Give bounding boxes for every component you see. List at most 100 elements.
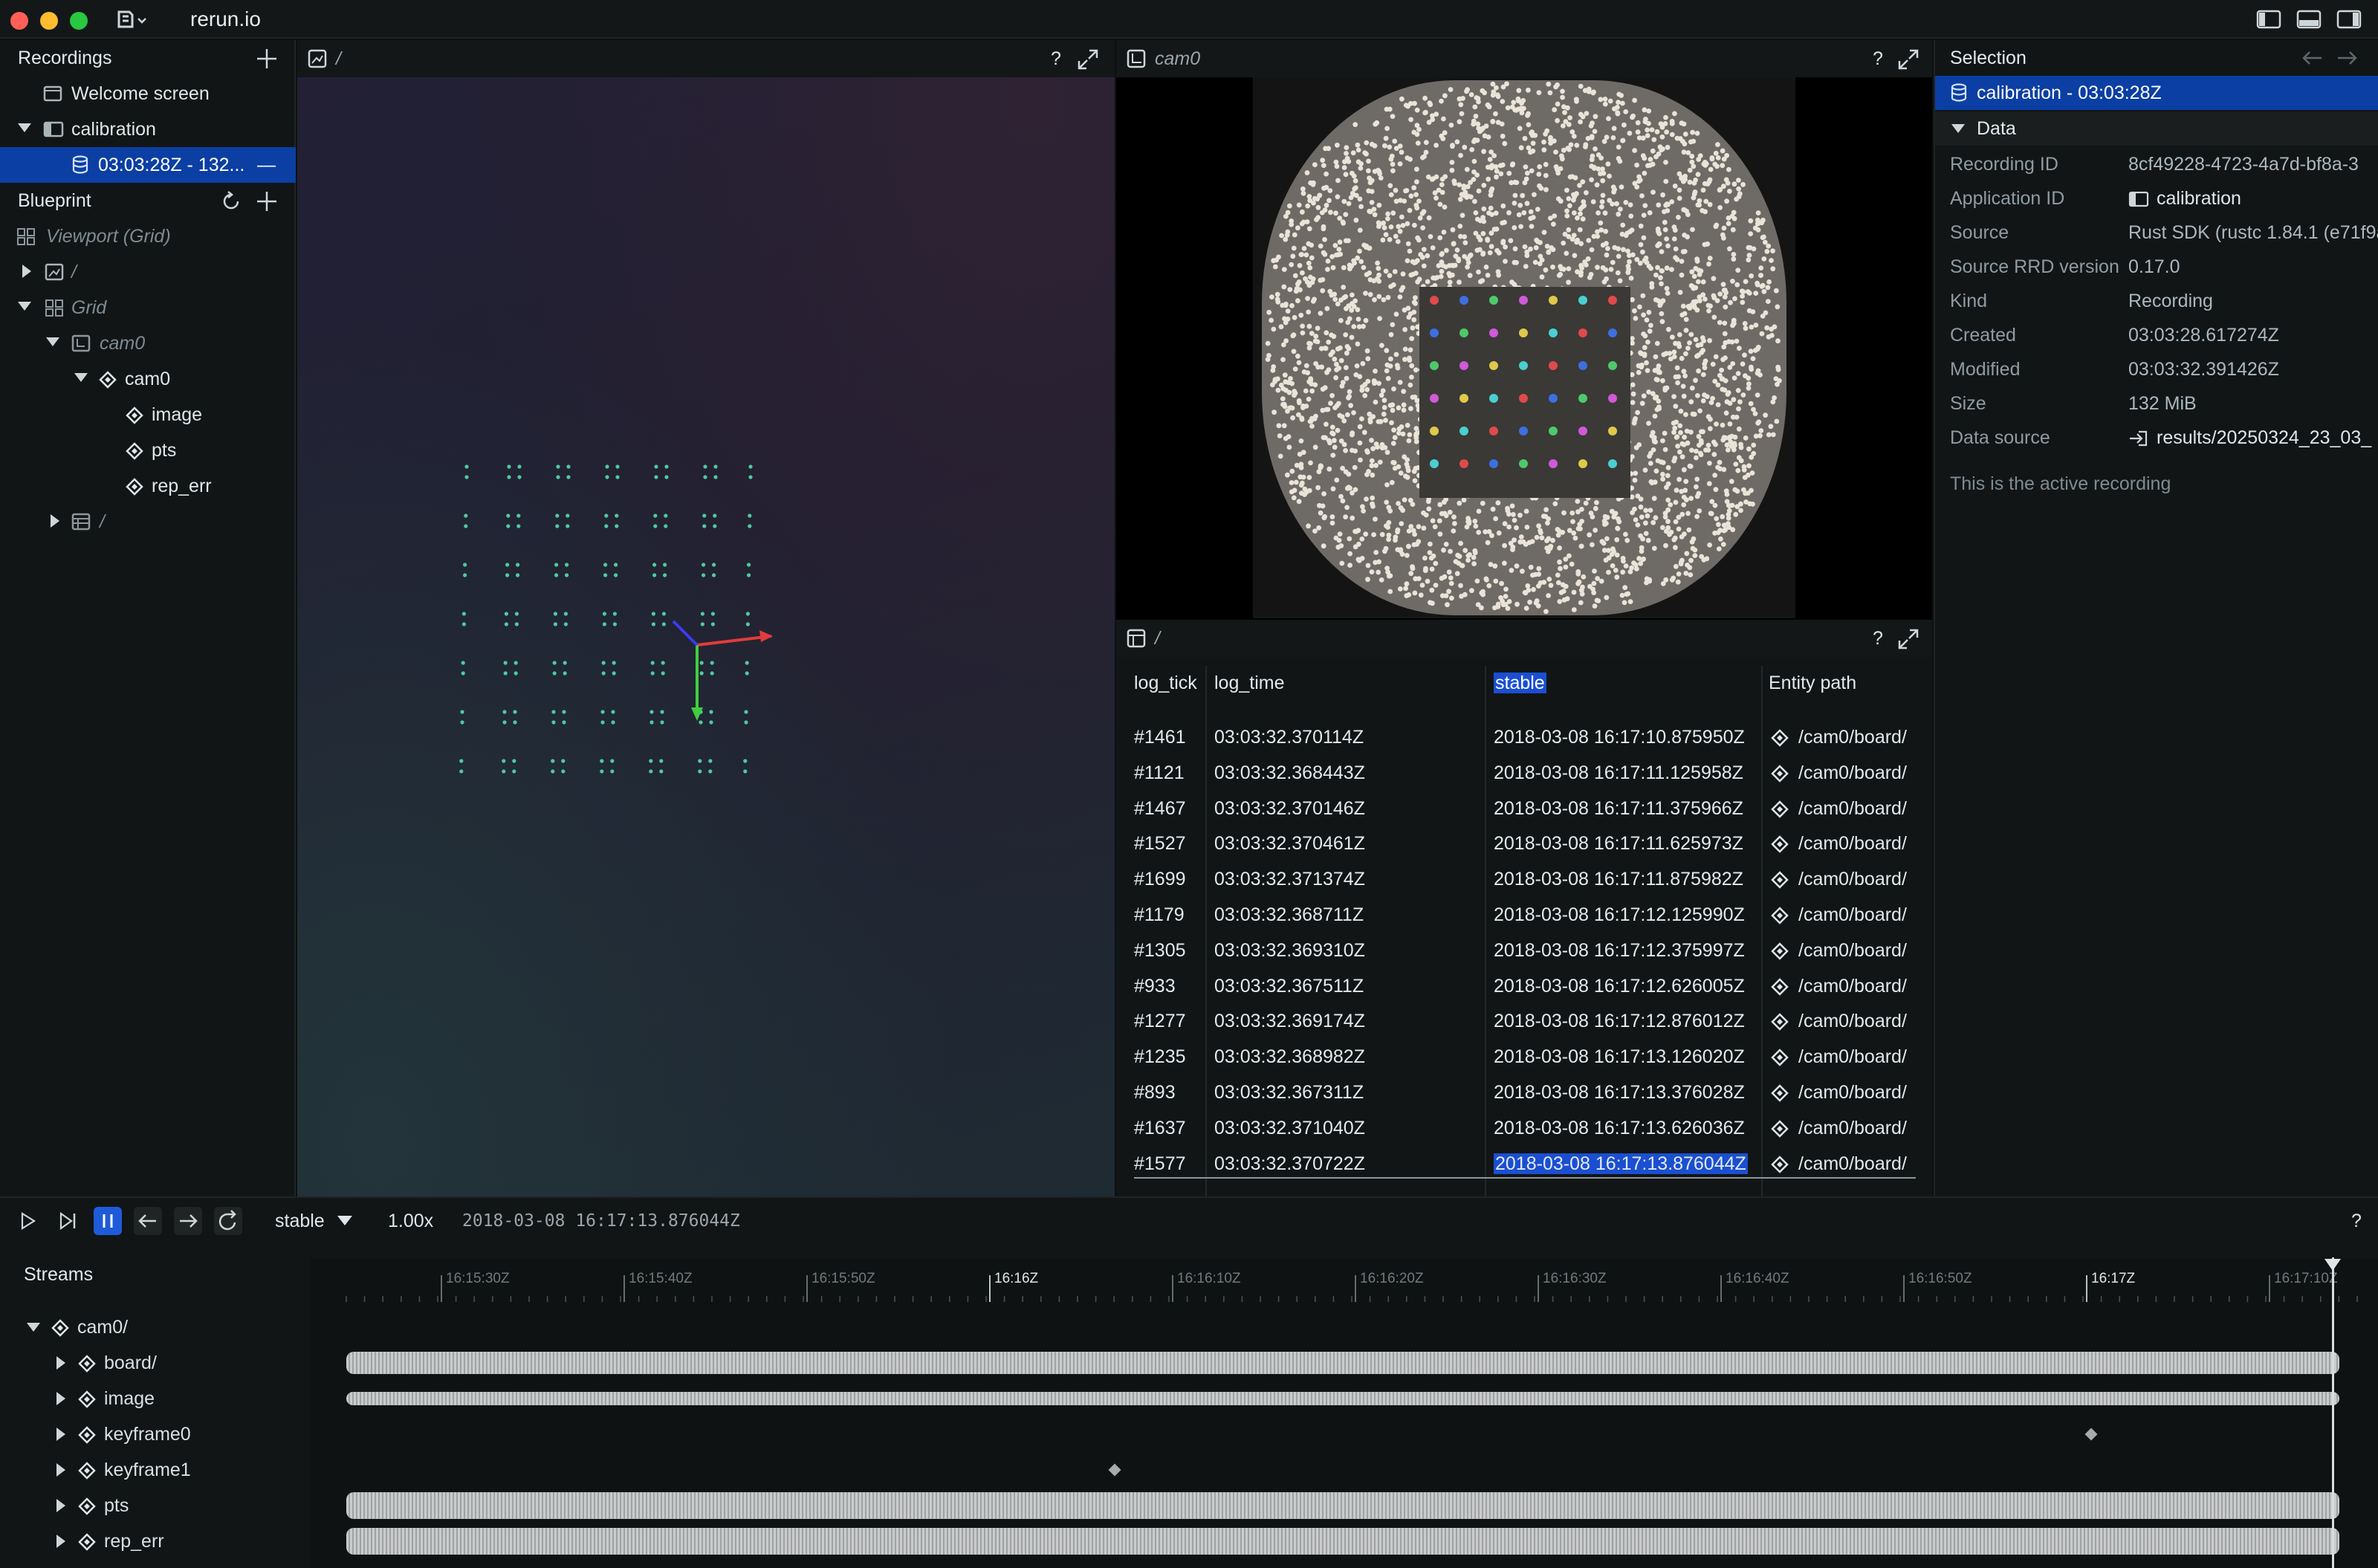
recording-item-active[interactable]: 03:03:28Z - 132... — <box>0 147 296 183</box>
playback-speed[interactable]: 1.00x <box>388 1202 433 1240</box>
stream-row[interactable]: image <box>0 1381 312 1416</box>
stream-events-strip[interactable] <box>346 1492 2339 1519</box>
expand-triangle-icon[interactable] <box>51 514 61 528</box>
zoom-window-button[interactable] <box>70 12 88 30</box>
detected-corner <box>1519 328 1528 337</box>
maximize-icon[interactable] <box>1078 49 1098 70</box>
keypoint <box>1707 201 1713 207</box>
add-recording-icon[interactable] <box>256 48 278 70</box>
close-window-button[interactable] <box>10 12 28 30</box>
stream-row[interactable]: keyframe0 <box>0 1416 312 1452</box>
toggle-bottom-panel-icon[interactable] <box>2296 9 2322 30</box>
blueprint-item-pts[interactable]: pts <box>0 433 296 468</box>
blueprint-item-table-view[interactable]: / <box>0 504 296 540</box>
collapse-triangle-icon[interactable] <box>27 1323 40 1333</box>
stream-events-strip[interactable] <box>346 1352 2339 1374</box>
stream-row[interactable]: pts <box>0 1488 312 1523</box>
blueprint-item-3d-view[interactable]: / <box>0 254 296 290</box>
expand-triangle-icon[interactable] <box>56 1356 67 1370</box>
collapse-triangle-icon[interactable] <box>74 373 88 383</box>
expand-triangle-icon[interactable] <box>56 1392 67 1405</box>
table-row[interactable]: #1637 03:03:32.371040Z 2018-03-08 16:17:13… <box>1116 1110 1932 1146</box>
collapse-triangle-icon[interactable] <box>18 302 31 312</box>
table-row[interactable]: #1577 03:03:32.370722Z 2018-03-08 16:17:13… <box>1116 1146 1932 1182</box>
rerun-menu-icon[interactable] <box>116 9 152 31</box>
maximize-icon[interactable] <box>1898 629 1919 649</box>
selection-back-icon[interactable] <box>2301 49 2323 67</box>
loop-button[interactable] <box>214 1207 242 1235</box>
blueprint-item-grid[interactable]: Grid <box>0 290 296 325</box>
expand-triangle-icon[interactable] <box>22 265 33 278</box>
step-forward-button[interactable] <box>54 1207 82 1235</box>
table-row[interactable]: #1699 03:03:32.371374Z 2018-03-08 16:17:11… <box>1116 861 1932 897</box>
expand-triangle-icon[interactable] <box>56 1535 67 1548</box>
chevron-down-icon[interactable] <box>337 1216 352 1226</box>
toggle-left-panel-icon[interactable] <box>2256 9 2281 30</box>
maximize-icon[interactable] <box>1898 49 1919 70</box>
table-row[interactable]: #1235 03:03:32.368982Z 2018-03-08 16:17:13… <box>1116 1039 1932 1075</box>
toggle-right-panel-icon[interactable] <box>2336 9 2362 30</box>
table-row[interactable]: #1121 03:03:32.368443Z 2018-03-08 16:17:11… <box>1116 755 1932 791</box>
pause-button[interactable] <box>94 1207 122 1235</box>
expand-triangle-icon[interactable] <box>56 1463 67 1477</box>
minimize-window-button[interactable] <box>40 12 58 30</box>
table-row[interactable]: #1305 03:03:32.369310Z 2018-03-08 16:17:12… <box>1116 933 1932 968</box>
property-value[interactable]: 8cf49228-4723-4a7d-bf8a-3 <box>2128 147 2359 181</box>
column-header-log-tick[interactable]: log_tick <box>1134 666 1197 700</box>
close-recording-button[interactable]: — <box>257 147 276 183</box>
cell-log-time: 03:03:32.367511Z <box>1214 975 1364 997</box>
help-icon[interactable]: ? <box>2351 1202 2362 1240</box>
stream-row[interactable]: keyframe1 <box>0 1452 312 1488</box>
property-value[interactable]: results/20250324_23_03_ <box>2157 421 2371 455</box>
spatial-3d-view-tab[interactable]: / ? <box>297 40 1115 77</box>
blueprint-item-cam0-view[interactable]: cam0 <box>0 325 296 361</box>
column-header-entity-path[interactable]: Entity path <box>1769 666 1856 700</box>
time-cursor[interactable] <box>2332 1257 2334 1568</box>
table-row[interactable]: #1277 03:03:32.369174Z 2018-03-08 16:17:12… <box>1116 1003 1932 1039</box>
stream-events-strip[interactable] <box>346 1528 2339 1555</box>
add-view-icon[interactable] <box>256 190 278 213</box>
stream-row[interactable]: board/ <box>0 1345 312 1381</box>
table-row[interactable]: #1467 03:03:32.370146Z 2018-03-08 16:17:11… <box>1116 791 1932 826</box>
blueprint-item-cam0-entity[interactable]: cam0 <box>0 361 296 397</box>
column-header-log-time[interactable]: log_time <box>1214 666 1285 700</box>
blueprint-item-viewport[interactable]: Viewport (Grid) <box>0 218 296 254</box>
time-panel[interactable] <box>311 1259 2378 1568</box>
time-ruler[interactable]: 16:15:30Z 16:15:40Z 16:15:50Z 16:16Z 16:16:1… <box>311 1259 2378 1303</box>
stream-events-strip[interactable] <box>346 1392 2339 1405</box>
time-cursor-handle[interactable] <box>2324 1259 2342 1272</box>
help-icon[interactable]: ? <box>1873 40 1883 77</box>
keypoint <box>1298 312 1304 318</box>
keypoint <box>1378 175 1384 181</box>
table-row[interactable]: #1461 03:03:32.370114Z 2018-03-08 16:17:10… <box>1116 719 1932 755</box>
column-header-stable[interactable]: stable <box>1494 673 1546 693</box>
step-next-button[interactable] <box>174 1207 202 1235</box>
collapse-triangle-icon[interactable] <box>46 337 59 348</box>
table-row[interactable]: #933 03:03:32.367511Z 2018-03-08 16:17:12.… <box>1116 968 1932 1004</box>
collapse-triangle-icon[interactable] <box>1951 124 1965 135</box>
data-section-header[interactable]: Data <box>1935 111 2378 146</box>
expand-triangle-icon[interactable] <box>56 1428 67 1441</box>
blueprint-item-image[interactable]: image <box>0 397 296 433</box>
stream-row[interactable]: rep_err <box>0 1523 312 1559</box>
play-button[interactable] <box>13 1207 42 1235</box>
table-row[interactable]: #1179 03:03:32.368711Z 2018-03-08 16:17:12… <box>1116 897 1932 933</box>
reset-blueprint-icon[interactable] <box>220 190 242 213</box>
collapse-triangle-icon[interactable] <box>18 123 31 134</box>
stream-row[interactable]: cam0/ <box>0 1309 312 1345</box>
current-time[interactable]: 2018-03-08 16:17:13.876044Z <box>462 1202 740 1240</box>
blueprint-item-rep-err[interactable]: rep_err <box>0 468 296 504</box>
selected-item[interactable]: calibration - 03:03:28Z <box>1935 76 2378 110</box>
table-row[interactable]: #1527 03:03:32.370461Z 2018-03-08 16:17:11… <box>1116 826 1932 861</box>
step-back-button[interactable] <box>134 1207 162 1235</box>
table-row[interactable]: #893 03:03:32.367311Z 2018-03-08 16:17:13.… <box>1116 1075 1932 1110</box>
recording-item-welcome[interactable]: Welcome screen <box>0 76 296 111</box>
recording-item-calibration[interactable]: calibration <box>0 111 296 147</box>
dataframe-view-tab[interactable]: / ? <box>1116 620 1932 657</box>
help-icon[interactable]: ? <box>1873 620 1883 657</box>
help-icon[interactable]: ? <box>1051 40 1061 77</box>
selection-forward-icon[interactable] <box>2336 49 2359 67</box>
expand-triangle-icon[interactable] <box>56 1499 67 1512</box>
camera-view-tab[interactable]: cam0 ? <box>1116 40 1932 77</box>
timeline-selector[interactable]: stable <box>275 1202 325 1240</box>
